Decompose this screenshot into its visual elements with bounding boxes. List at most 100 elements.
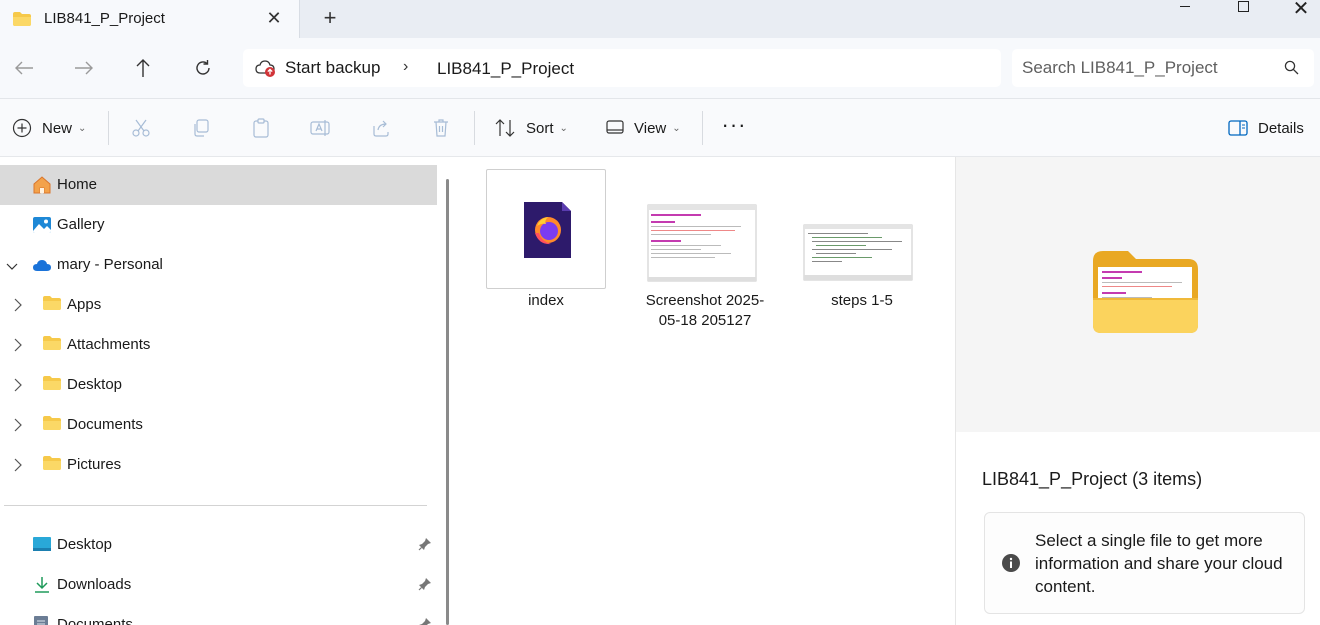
copy-button[interactable] bbox=[188, 115, 214, 141]
new-button[interactable]: New ⌄ bbox=[12, 113, 86, 143]
image-preview-icon bbox=[803, 224, 913, 281]
sidebar-item-gallery[interactable]: Gallery bbox=[0, 205, 437, 245]
quick-access-downloads[interactable]: Downloads bbox=[0, 565, 437, 605]
chevron-right-icon[interactable] bbox=[14, 378, 22, 392]
paste-button[interactable] bbox=[248, 115, 274, 141]
sort-button[interactable]: Sort ⌄ bbox=[494, 113, 568, 143]
view-button[interactable]: View ⌄ bbox=[606, 113, 681, 143]
sidebar-item-label: Home bbox=[57, 176, 98, 193]
chevron-right-icon[interactable] bbox=[14, 298, 22, 312]
file-thumbnail bbox=[486, 169, 606, 289]
close-window-button[interactable]: ✕ bbox=[1278, 0, 1320, 20]
sidebar-item-label: Apps bbox=[67, 296, 102, 313]
folder-preview-icon bbox=[1093, 251, 1198, 333]
sidebar-item-label: Desktop bbox=[57, 536, 113, 553]
download-icon bbox=[32, 575, 52, 595]
sidebar-item-pictures[interactable]: Pictures bbox=[0, 445, 437, 485]
minimize-icon bbox=[1180, 6, 1190, 7]
chevron-right-icon[interactable] bbox=[14, 338, 22, 352]
details-button-label: Details bbox=[1258, 119, 1304, 137]
pin-icon[interactable] bbox=[418, 577, 432, 595]
chevron-down-icon: ⌄ bbox=[559, 122, 568, 134]
search-icon[interactable] bbox=[1284, 60, 1299, 79]
sidebar-item-documents[interactable]: Documents bbox=[0, 405, 437, 445]
info-text: Select a single file to get more informa… bbox=[1035, 531, 1283, 596]
file-thumbnail bbox=[645, 169, 765, 289]
onedrive-cloud-icon bbox=[32, 255, 52, 275]
view-icon bbox=[606, 120, 624, 134]
folder-icon bbox=[42, 455, 62, 475]
refresh-icon bbox=[196, 60, 210, 75]
breadcrumb-separator[interactable]: › bbox=[403, 58, 408, 76]
sidebar-item-desktop[interactable]: Desktop bbox=[0, 365, 437, 405]
desktop-icon bbox=[32, 535, 52, 555]
search-box[interactable] bbox=[1012, 49, 1314, 87]
see-more-button[interactable]: ··· bbox=[720, 113, 748, 143]
sidebar-item-label: Documents bbox=[67, 416, 143, 433]
sidebar-item-onedrive[interactable]: mary - Personal bbox=[0, 245, 437, 285]
back-button[interactable] bbox=[8, 52, 40, 84]
info-card: Select a single file to get more informa… bbox=[984, 512, 1305, 614]
sidebar-item-attachments[interactable]: Attachments bbox=[0, 325, 437, 365]
chevron-down-icon[interactable] bbox=[6, 258, 20, 270]
clipboard-icon bbox=[253, 118, 269, 138]
start-backup-button[interactable]: Start backup bbox=[285, 58, 380, 78]
tab-title: LIB841_P_Project bbox=[44, 10, 165, 27]
toolbar-divider bbox=[474, 111, 475, 145]
info-icon bbox=[1001, 553, 1021, 577]
gallery-icon bbox=[32, 215, 52, 235]
details-pane-icon bbox=[1228, 120, 1248, 136]
folder-icon bbox=[12, 11, 32, 31]
sidebar-item-home[interactable]: Home bbox=[0, 165, 437, 205]
pin-icon[interactable] bbox=[418, 617, 432, 625]
documents-icon bbox=[32, 615, 52, 625]
chevron-right-icon[interactable] bbox=[14, 458, 22, 472]
up-button[interactable] bbox=[127, 52, 159, 84]
quick-access-documents[interactable]: Documents bbox=[0, 605, 437, 625]
folder-icon bbox=[42, 295, 62, 315]
view-button-label: View bbox=[634, 119, 667, 137]
sidebar-scrollbar[interactable] bbox=[446, 157, 456, 625]
new-tab-button[interactable]: + bbox=[316, 5, 344, 33]
search-input[interactable] bbox=[1022, 54, 1272, 82]
scrollbar-thumb[interactable] bbox=[446, 179, 449, 625]
folder-icon bbox=[42, 415, 62, 435]
scissors-icon bbox=[132, 119, 150, 137]
sidebar-item-apps[interactable]: Apps bbox=[0, 285, 437, 325]
breadcrumb-current-folder[interactable]: LIB841_P_Project bbox=[437, 59, 574, 79]
details-pane-button[interactable]: Details bbox=[1228, 113, 1304, 143]
title-bar: LIB841_P_Project ✕ + ✕ bbox=[0, 0, 1320, 38]
sidebar-item-label: Documents bbox=[57, 616, 133, 625]
trash-icon bbox=[434, 119, 448, 137]
file-name: steps 1-5 bbox=[831, 292, 893, 309]
command-bar: New ⌄ Sort ⌄ View ⌄ ··· Details bbox=[0, 99, 1320, 157]
file-list: index Screenshot 2025-05-18 205127 steps… bbox=[458, 157, 955, 625]
home-icon bbox=[32, 175, 52, 195]
rename-button[interactable] bbox=[308, 115, 334, 141]
close-tab-button[interactable]: ✕ bbox=[264, 6, 284, 30]
chevron-right-icon[interactable] bbox=[14, 418, 22, 432]
arrow-right-icon bbox=[75, 61, 93, 75]
refresh-button[interactable] bbox=[187, 52, 219, 84]
file-name: Screenshot 2025-05-18 205127 bbox=[645, 292, 765, 329]
forward-button[interactable] bbox=[68, 52, 100, 84]
file-thumbnail bbox=[802, 169, 922, 289]
rename-icon bbox=[310, 120, 330, 136]
share-button[interactable] bbox=[368, 115, 394, 141]
quick-access-desktop[interactable]: Desktop bbox=[0, 525, 437, 565]
cut-button[interactable] bbox=[128, 115, 154, 141]
minimize-button[interactable] bbox=[1162, 0, 1208, 14]
delete-button[interactable] bbox=[428, 115, 454, 141]
file-name: index bbox=[528, 292, 564, 309]
sidebar-item-label: Pictures bbox=[67, 456, 122, 473]
folder-icon bbox=[42, 335, 62, 355]
cloud-backup-icon bbox=[255, 58, 277, 82]
share-icon bbox=[373, 120, 389, 137]
maximize-icon bbox=[1237, 1, 1249, 12]
sort-icon bbox=[495, 119, 515, 137]
maximize-button[interactable] bbox=[1220, 0, 1266, 14]
pin-icon[interactable] bbox=[418, 537, 432, 555]
tab-active[interactable]: LIB841_P_Project ✕ bbox=[0, 0, 300, 38]
details-title: LIB841_P_Project (3 items) bbox=[982, 469, 1203, 489]
address-bar[interactable]: Start backup › LIB841_P_Project bbox=[243, 49, 1001, 87]
